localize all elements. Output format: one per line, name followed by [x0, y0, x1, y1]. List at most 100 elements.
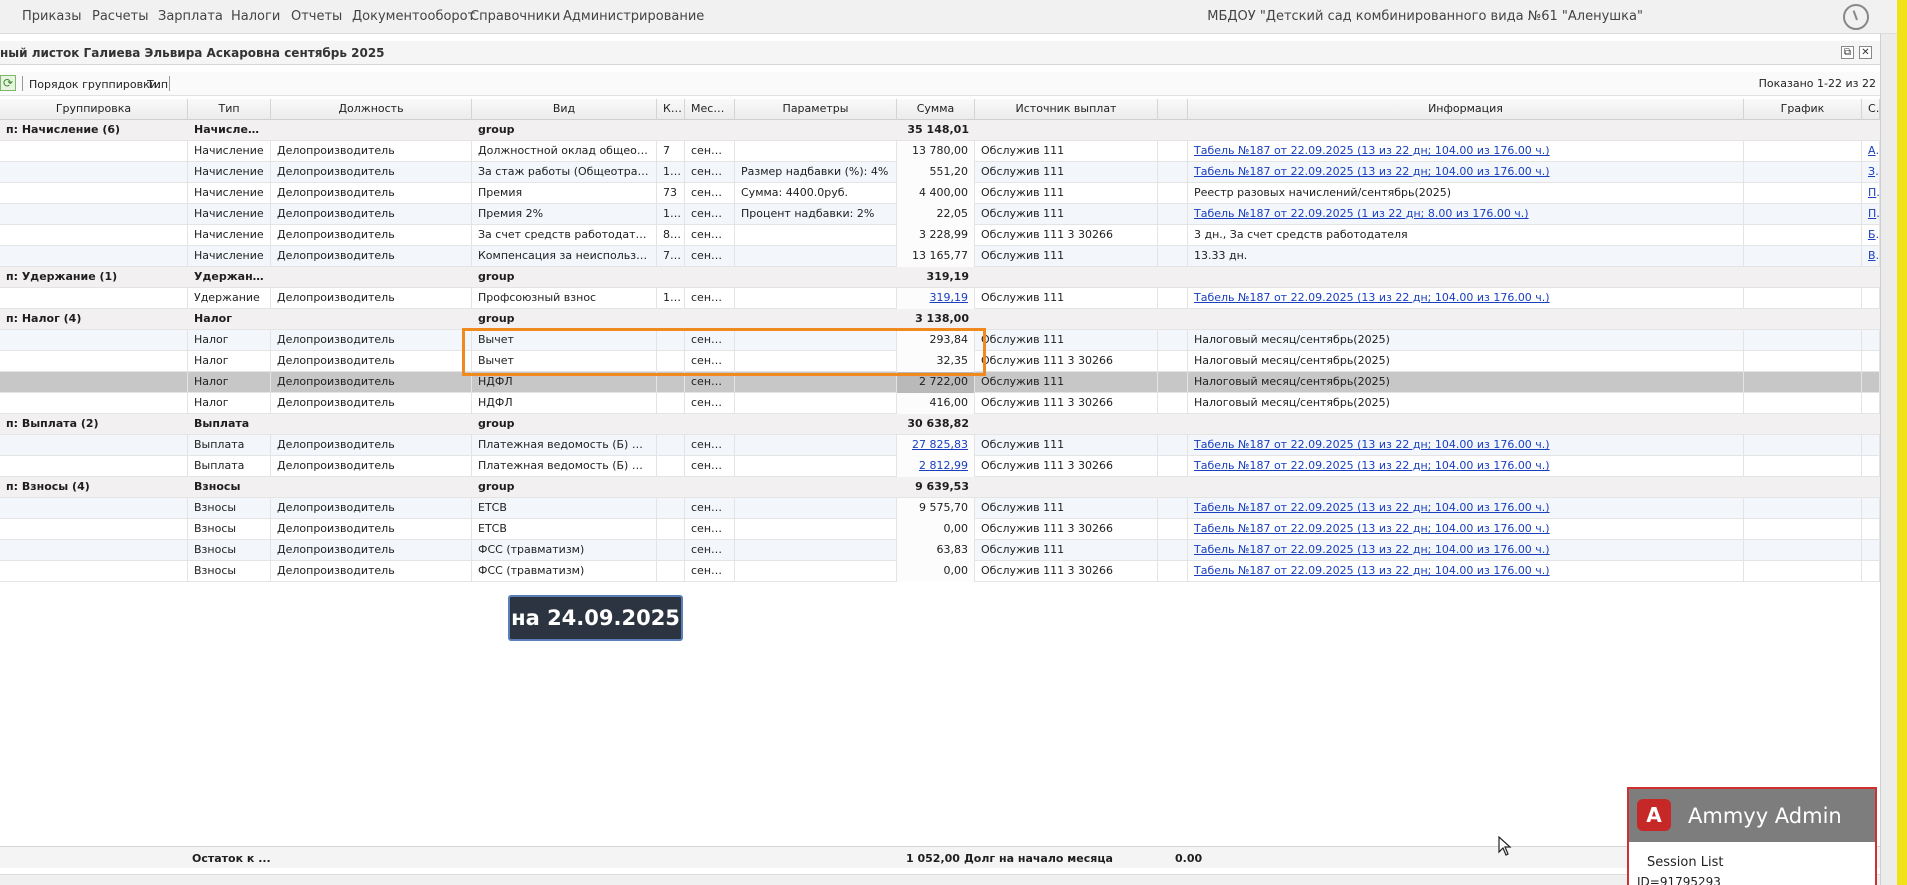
table-row[interactable]: Удержание Делопроизводитель Профсоюзный вз…: [0, 288, 1880, 309]
cell-sum[interactable]: 319,19: [897, 288, 975, 309]
column-header-sum[interactable]: Сумма: [897, 99, 975, 120]
debt-label: Долг на начало месяца: [964, 852, 1113, 865]
cell-code: 7: [657, 141, 685, 162]
refresh-icon[interactable]: ⟳: [0, 75, 16, 91]
table-row[interactable]: Начисление Делопроизводитель Компенсация з…: [0, 246, 1880, 267]
menu-taxes[interactable]: Налоги: [231, 9, 280, 24]
menu-administration[interactable]: Администрирование: [563, 9, 704, 24]
menu-document-flow[interactable]: Документооборот: [352, 9, 475, 24]
cell-kind: ФСС (травматизм): [472, 561, 657, 582]
menu-calculations[interactable]: Расчеты: [92, 9, 148, 24]
column-header-schedule[interactable]: График: [1744, 99, 1862, 120]
group-row[interactable]: п: Начисление (6) Начисление group 35 148,0…: [0, 120, 1880, 141]
cell-grp: [0, 288, 188, 309]
group-row[interactable]: п: Выплата (2) Выплата group 30 638,82: [0, 414, 1880, 435]
table-row[interactable]: Взносы Делопроизводитель ФСС (травматизм) с…: [0, 561, 1880, 582]
menu-salary[interactable]: Зарплата: [158, 9, 223, 24]
cell-info[interactable]: Табель №187 от 22.09.2025 (13 из 22 дн; …: [1188, 435, 1744, 456]
table-row[interactable]: Налог Делопроизводитель НДФЛ сентя... 416,00…: [0, 393, 1880, 414]
cell-info[interactable]: Табель №187 от 22.09.2025 (13 из 22 дн; …: [1188, 162, 1744, 183]
table-row[interactable]: Взносы Делопроизводитель ЕТСВ сентя... 9 575…: [0, 498, 1880, 519]
ammyy-admin-popup[interactable]: A Ammyy Admin Session List ID=91795293: [1627, 787, 1877, 885]
column-header-parameters[interactable]: Параметры: [735, 99, 897, 120]
table-row[interactable]: Взносы Делопроизводитель ФСС (травматизм) с…: [0, 540, 1880, 561]
cell-extra[interactable]: В: [1862, 246, 1880, 267]
group-row[interactable]: п: Удержание (1) Удержание group 319,19: [0, 267, 1880, 288]
column-header-type[interactable]: Тип: [188, 99, 271, 120]
cell-code: 802: [657, 225, 685, 246]
table-row[interactable]: Налог Делопроизводитель Вычет сентя... 32,35…: [0, 351, 1880, 372]
column-header-position[interactable]: Должность: [271, 99, 472, 120]
menu-directories[interactable]: Справочники: [470, 9, 560, 24]
cell-kind: group: [478, 123, 515, 136]
cell-sum[interactable]: 27 825,83: [897, 435, 975, 456]
cell-grp: п: Выплата (2): [6, 417, 99, 430]
debt-value: 0.00: [1175, 852, 1203, 865]
cell-extra[interactable]: Б: [1862, 225, 1880, 246]
restore-window-button[interactable]: ⧉: [1841, 46, 1854, 59]
table-row[interactable]: Взносы Делопроизводитель ЕТСВ сентя... 0,00 О…: [0, 519, 1880, 540]
cell-extra[interactable]: П: [1862, 204, 1880, 225]
cell-info[interactable]: Табель №187 от 22.09.2025 (13 из 22 дн; …: [1188, 519, 1744, 540]
column-header-blank[interactable]: [1158, 99, 1188, 120]
close-window-button[interactable]: ✕: [1859, 46, 1872, 59]
cell-par: [735, 330, 897, 351]
cell-type: Начисление: [188, 162, 271, 183]
table-row[interactable]: Начисление Делопроизводитель Должностной о…: [0, 141, 1880, 162]
cell-src: Обслужив 111: [975, 204, 1158, 225]
cell-info[interactable]: Табель №187 от 22.09.2025 (13 из 22 дн; …: [1188, 540, 1744, 561]
cell-info[interactable]: Табель №187 от 22.09.2025 (13 из 22 дн; …: [1188, 288, 1744, 309]
column-header-information[interactable]: Информация: [1188, 99, 1744, 120]
column-header-grouping[interactable]: Группировка: [0, 99, 188, 120]
cell-pos: [271, 120, 472, 141]
cell-extra[interactable]: З: [1862, 162, 1880, 183]
cell-type: Начисление: [188, 183, 271, 204]
table-row[interactable]: Налог Делопроизводитель Вычет сентя... 293,8…: [0, 330, 1880, 351]
table-row[interactable]: Выплата Делопроизводитель Платежная ведомо…: [0, 435, 1880, 456]
cell-info[interactable]: Табель №187 от 22.09.2025 (1 из 22 дн; 8…: [1188, 204, 1744, 225]
cell-graph: [1744, 519, 1862, 540]
table-row[interactable]: Начисление Делопроизводитель Премия 2% 139 с…: [0, 204, 1880, 225]
cell-type: Удержание: [188, 288, 271, 309]
cell-src: Обслужив 111 3 30266: [975, 519, 1158, 540]
cell-extra: [1862, 351, 1880, 372]
column-header-extra[interactable]: С: [1862, 99, 1880, 120]
cell-pos: Делопроизводитель: [271, 246, 472, 267]
group-row[interactable]: п: Взносы (4) Взносы group 9 639,53: [0, 477, 1880, 498]
cell-info: [1188, 267, 1744, 288]
column-header-code[interactable]: К...: [657, 99, 685, 120]
cell-info[interactable]: Табель №187 от 22.09.2025 (13 из 22 дн; …: [1188, 456, 1744, 477]
column-header-kind[interactable]: Вид: [472, 99, 657, 120]
table-row[interactable]: Начисление Делопроизводитель За стаж работ…: [0, 162, 1880, 183]
cell-type: Начисление: [188, 225, 271, 246]
cell-month: сентя...: [685, 204, 735, 225]
cell-extra[interactable]: А: [1862, 141, 1880, 162]
cell-info[interactable]: Табель №187 от 22.09.2025 (13 из 22 дн; …: [1188, 141, 1744, 162]
cell-sum: 13 780,00: [897, 141, 975, 162]
cell-grp: [0, 519, 188, 540]
table-row[interactable]: Начисление Делопроизводитель За счет средс…: [0, 225, 1880, 246]
group-row[interactable]: п: Налог (4) Налог group 3 138,00: [0, 309, 1880, 330]
ammyy-session-list[interactable]: Session List: [1647, 855, 1723, 870]
cell-type: Налог: [188, 393, 271, 414]
table-row[interactable]: Налог Делопроизводитель НДФЛ сентя... 2 722,…: [0, 372, 1880, 393]
table-row[interactable]: Выплата Делопроизводитель Платежная ведомо…: [0, 456, 1880, 477]
menu-orders[interactable]: Приказы: [22, 9, 81, 24]
vertical-scrollbar[interactable]: [1880, 34, 1897, 885]
cell-type: Налог: [188, 372, 271, 393]
table-row[interactable]: Начисление Делопроизводитель Премия 73 сентя…: [0, 183, 1880, 204]
cell-code: [657, 267, 685, 288]
menu-reports[interactable]: Отчеты: [291, 9, 342, 24]
column-header-month[interactable]: Меся...: [685, 99, 735, 120]
cell-extra: [1862, 540, 1880, 561]
cell-info[interactable]: Табель №187 от 22.09.2025 (13 из 22 дн; …: [1188, 498, 1744, 519]
cell-info[interactable]: Табель №187 от 22.09.2025 (13 из 22 дн; …: [1188, 561, 1744, 582]
cell-grp: [0, 435, 188, 456]
cell-sum[interactable]: 2 812,99: [897, 456, 975, 477]
cell-pos: Делопроизводитель: [271, 498, 472, 519]
cell-extra[interactable]: П: [1862, 183, 1880, 204]
column-header-payment-source[interactable]: Источник выплат: [975, 99, 1158, 120]
clock-icon[interactable]: [1843, 4, 1869, 30]
cell-par: [735, 414, 897, 435]
grouping-order-value[interactable]: Тип: [147, 78, 168, 91]
